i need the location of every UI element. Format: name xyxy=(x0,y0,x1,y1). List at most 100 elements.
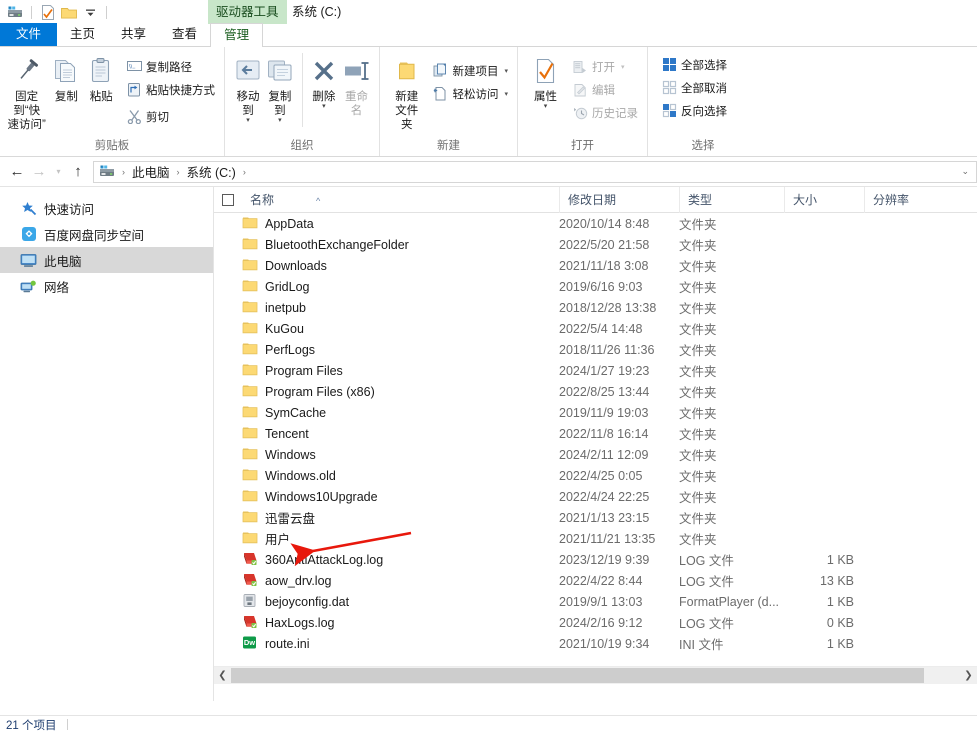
cell-type: 文件夹 xyxy=(679,512,717,526)
new-folder-label: 新建 文件夹 xyxy=(395,91,419,131)
properties-button[interactable]: 属性 ▾ xyxy=(528,51,563,110)
back-button[interactable]: ← xyxy=(6,161,28,183)
table-row[interactable]: aow_drv.log 2022/4/22 8:44 LOG 文件 13 KB xyxy=(214,570,977,591)
rename-button[interactable]: 重命名 xyxy=(340,51,373,118)
paste-shortcut-button[interactable]: 粘贴快捷方式 xyxy=(123,79,218,100)
breadcrumb-separator-3[interactable]: › xyxy=(238,167,251,177)
cell-modified-date: 2019/6/16 9:03 xyxy=(559,279,643,294)
column-header-size[interactable]: 大小 xyxy=(784,187,864,213)
table-row[interactable]: Program Files (x86) 2022/8/25 13:44 文件夹 xyxy=(214,381,977,402)
breadcrumb-system-c[interactable]: 系统 (C:) xyxy=(185,162,238,181)
cell-name: Program Files (x86) xyxy=(214,383,559,400)
tab-file[interactable]: 文件 xyxy=(0,23,58,46)
breadcrumb-this-pc[interactable]: 此电脑 xyxy=(130,162,172,181)
easy-access-caret-icon[interactable]: ▾ xyxy=(504,90,508,98)
hscrollbar-track[interactable] xyxy=(231,666,960,684)
open-button[interactable]: 打开 ▾ xyxy=(569,56,641,77)
table-row[interactable]: Program Files 2024/1/27 19:23 文件夹 xyxy=(214,360,977,381)
table-row[interactable]: 用户 2021/11/21 13:35 文件夹 xyxy=(214,528,977,549)
new-folder-button[interactable]: 新建 文件夹 xyxy=(392,51,421,132)
file-name-label: aow_drv.log xyxy=(265,573,332,588)
table-row[interactable]: Dw route.ini 2021/10/19 9:34 INI 文件 1 KB xyxy=(214,633,977,654)
properties-caret-icon[interactable]: ▾ xyxy=(544,103,548,110)
new-item-caret-icon[interactable]: ▾ xyxy=(504,67,508,75)
table-row[interactable]: GridLog 2019/6/16 9:03 文件夹 xyxy=(214,276,977,297)
table-row[interactable]: PerfLogs 2018/11/26 11:36 文件夹 xyxy=(214,339,977,360)
table-row[interactable]: Windows.old 2022/4/25 0:05 文件夹 xyxy=(214,465,977,486)
svg-text:\\..: \\.. xyxy=(129,65,136,71)
copy-to-caret-icon[interactable]: ▾ xyxy=(278,117,282,124)
table-row[interactable]: HaxLogs.log 2024/2/16 9:12 LOG 文件 0 KB xyxy=(214,612,977,633)
breadcrumb-separator-2[interactable]: › xyxy=(172,167,185,177)
copy-to-button[interactable]: 复制到 ▾ xyxy=(265,51,295,124)
table-row[interactable]: inetpub 2018/12/28 13:38 文件夹 xyxy=(214,297,977,318)
properties-icon[interactable] xyxy=(39,3,57,21)
new-item-button[interactable]: 新建项目 ▾ xyxy=(429,60,511,81)
paste-button[interactable]: 粘贴 xyxy=(85,51,117,104)
chevron-down-icon[interactable]: ⌄ xyxy=(961,166,969,177)
tab-view[interactable]: 查看 xyxy=(159,23,210,46)
easy-access-button[interactable]: 轻松访问 ▾ xyxy=(429,83,511,104)
customize-qat-icon[interactable] xyxy=(81,3,99,21)
table-row[interactable]: SymCache 2019/11/9 19:03 文件夹 xyxy=(214,402,977,423)
recent-locations-button[interactable]: ▾ xyxy=(50,161,67,183)
tab-home[interactable]: 主页 xyxy=(57,23,108,46)
copy-label: 复制 xyxy=(54,91,78,103)
delete-button[interactable]: 删除 ▾ xyxy=(310,51,338,110)
table-row[interactable]: BluetoothExchangeFolder 2022/5/20 21:58 文件… xyxy=(214,234,977,255)
cell-modified-date: 2018/12/28 13:38 xyxy=(559,300,657,315)
table-row[interactable]: 迅雷云盘 2021/1/13 23:15 文件夹 xyxy=(214,507,977,528)
move-to-caret-icon[interactable]: ▾ xyxy=(246,117,250,124)
table-row[interactable]: Tencent 2022/11/8 16:14 文件夹 xyxy=(214,423,977,444)
sidebar-item-baidu-netdisk[interactable]: 百度网盘同步空间 xyxy=(0,221,213,247)
file-explorer-window: 驱动器工具 系统 (C:) 文件 主页 共享 查看 管理 固定到“快 速访问” … xyxy=(0,0,977,733)
select-none-button[interactable]: 全部取消 xyxy=(658,77,730,98)
up-button[interactable]: ↑ xyxy=(67,161,89,183)
file-name-label: BluetoothExchangeFolder xyxy=(265,237,409,252)
table-row[interactable]: Windows10Upgrade 2022/4/24 22:25 文件夹 xyxy=(214,486,977,507)
forward-button[interactable]: → xyxy=(28,161,50,183)
table-row[interactable]: bejoyconfig.dat 2019/9/1 13:03 FormatPlaye… xyxy=(214,591,977,612)
table-row[interactable]: Downloads 2021/11/18 3:08 文件夹 xyxy=(214,255,977,276)
breadcrumb-separator-1[interactable]: › xyxy=(117,167,130,177)
sidebar-item-quick-access[interactable]: 快速访问 xyxy=(0,195,213,221)
edit-button[interactable]: 编辑 xyxy=(569,79,641,100)
table-row[interactable]: 360AntiAttackLog.log 2023/12/19 9:39 LOG 文… xyxy=(214,549,977,570)
column-header-type[interactable]: 类型 xyxy=(679,187,784,213)
column-header-date[interactable]: 修改日期 xyxy=(559,187,679,213)
delete-caret-icon[interactable]: ▾ xyxy=(322,103,326,110)
ribbon-group-clipboard: 固定到“快 速访问” 复制 粘贴 \\.. 复制路径 粘贴快捷方式 剪切 剪贴板 xyxy=(0,47,225,156)
sidebar-item-label: 百度网盘同步空间 xyxy=(44,228,145,243)
folder-icon xyxy=(242,446,259,463)
new-folder-icon[interactable] xyxy=(60,3,78,21)
drive-icon[interactable] xyxy=(99,165,117,178)
drive-icon[interactable] xyxy=(6,3,24,21)
move-to-button[interactable]: 移动到 ▾ xyxy=(233,51,263,124)
select-all-button[interactable]: 全部选择 xyxy=(658,54,730,75)
chevron-left-icon[interactable]: ❮ xyxy=(214,666,231,684)
table-row[interactable]: KuGou 2022/5/4 14:48 文件夹 xyxy=(214,318,977,339)
table-row[interactable]: Windows 2024/2/11 12:09 文件夹 xyxy=(214,444,977,465)
sidebar-item-this-pc[interactable]: 此电脑 xyxy=(0,247,213,273)
cut-button[interactable]: 剪切 xyxy=(123,106,218,127)
table-row[interactable]: AppData 2020/10/14 8:48 文件夹 xyxy=(214,213,977,234)
tab-share[interactable]: 共享 xyxy=(108,23,159,46)
column-header-resolution[interactable]: 分辨率 xyxy=(864,187,954,213)
open-caret-icon[interactable]: ▾ xyxy=(621,63,625,71)
hscrollbar-thumb[interactable] xyxy=(231,667,924,683)
horizontal-scrollbar[interactable]: ❮ ❯ xyxy=(214,666,977,684)
copy-path-button[interactable]: \\.. 复制路径 xyxy=(123,56,218,77)
pin-to-quick-access-button[interactable]: 固定到“快 速访问” xyxy=(6,51,47,132)
tab-manage[interactable]: 管理 xyxy=(210,23,264,47)
sidebar-item-network[interactable]: 网络 xyxy=(0,273,213,299)
address-bar[interactable]: › 此电脑 › 系统 (C:) › ⌄ xyxy=(93,160,977,183)
chevron-right-icon[interactable]: ❯ xyxy=(960,666,977,684)
history-button[interactable]: 历史记录 xyxy=(569,102,641,123)
copy-button[interactable]: 复制 xyxy=(49,51,83,104)
move-to-label: 移动到 xyxy=(236,91,260,117)
select-all-checkbox[interactable] xyxy=(214,187,242,213)
organize-divider xyxy=(301,53,303,127)
invert-selection-button[interactable]: 反向选择 xyxy=(658,100,730,121)
column-header-name[interactable]: 名称 ^ xyxy=(242,187,559,213)
cell-type: LOG 文件 xyxy=(679,575,734,589)
